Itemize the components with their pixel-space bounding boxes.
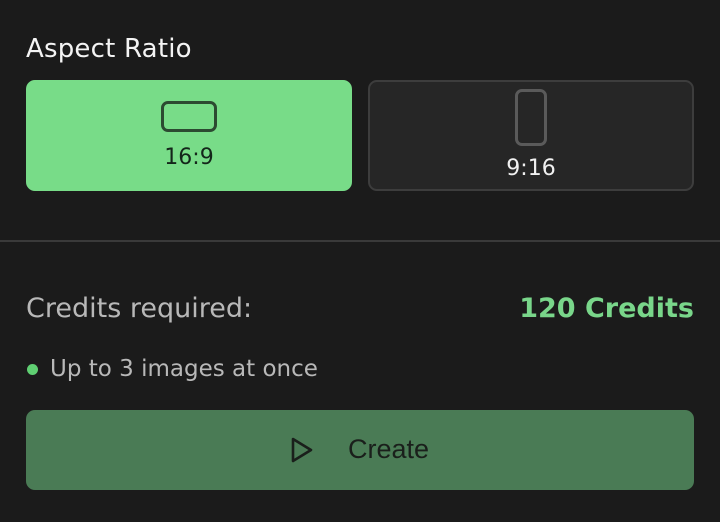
status-dot-icon — [27, 364, 38, 375]
ratio-option-9-16[interactable]: 9:16 — [368, 80, 694, 191]
create-button-label: Create — [348, 434, 430, 464]
ratio-option-label: 16:9 — [164, 145, 214, 170]
credits-required-value: 120 Credits — [519, 293, 694, 324]
aspect-ratio-title: Aspect Ratio — [26, 34, 192, 64]
landscape-frame-icon — [161, 101, 217, 132]
ratio-option-label: 9:16 — [506, 156, 556, 181]
create-button[interactable]: Create — [26, 410, 694, 490]
batch-info-text: Up to 3 images at once — [50, 356, 318, 382]
portrait-frame-icon — [515, 89, 547, 146]
credits-required-label: Credits required: — [26, 293, 253, 324]
aspect-ratio-panel: Aspect Ratio 16:9 9:16 Credits required:… — [0, 0, 720, 522]
ratio-option-16-9[interactable]: 16:9 — [26, 80, 352, 191]
section-divider — [0, 240, 720, 242]
play-icon — [291, 437, 313, 463]
